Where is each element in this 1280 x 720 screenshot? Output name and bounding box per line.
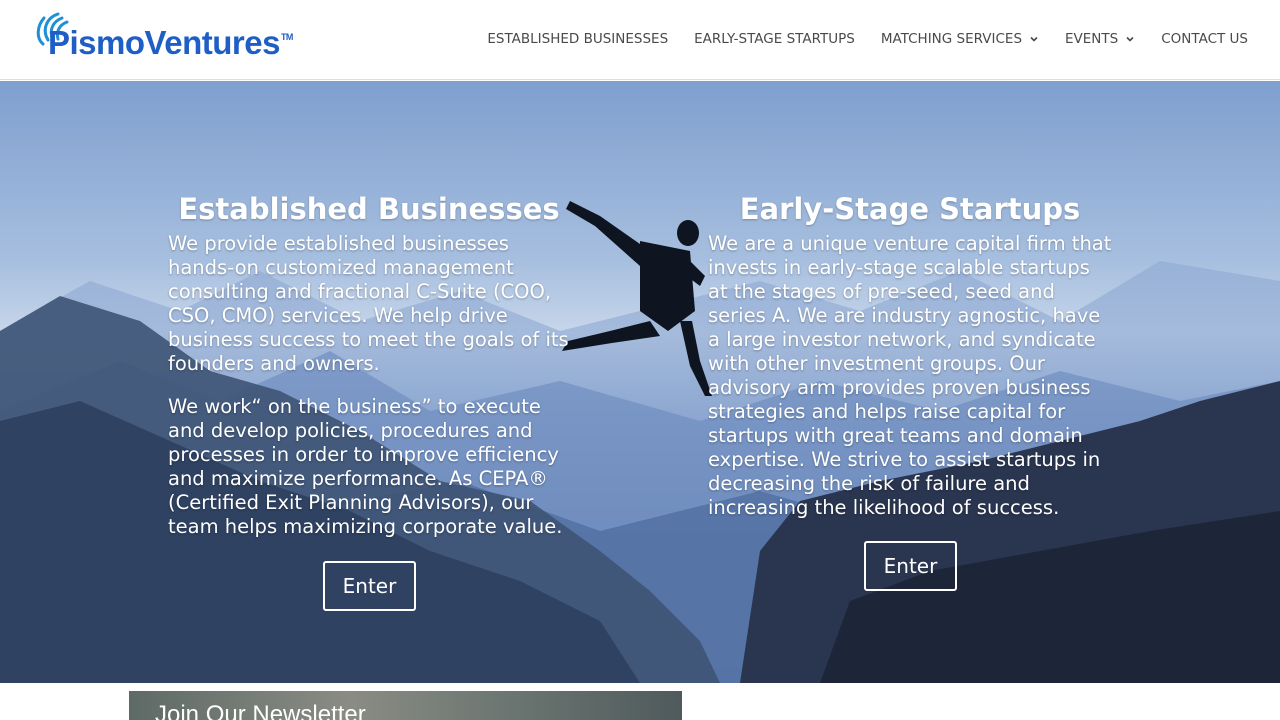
logo-wordmark: PismoVenturesTM: [48, 24, 293, 61]
main-nav: ESTABLISHED BUSINESSES EARLY-STAGE START…: [461, 31, 1248, 47]
newsletter-title: Join Our Newsletter: [155, 701, 366, 720]
early-stage-startups-paragraph: We are a unique venture capital firm tha…: [708, 232, 1112, 519]
hero-section: Established Businesses We provide establ…: [0, 81, 1280, 683]
nav-established-businesses[interactable]: ESTABLISHED BUSINESSES: [487, 31, 668, 47]
chevron-down-icon: [1126, 36, 1134, 42]
nav-contact-us[interactable]: CONTACT US: [1161, 31, 1248, 47]
nav-events[interactable]: EVENTS: [1065, 31, 1135, 47]
pismo-ventures-logo[interactable]: PismoVenturesTM: [34, 10, 293, 72]
established-businesses-paragraph-1: We provide established businesses hands-…: [168, 232, 569, 375]
established-businesses-enter-button[interactable]: Enter: [323, 561, 416, 611]
established-businesses-column: Established Businesses We provide establ…: [168, 192, 570, 539]
nav-matching-services[interactable]: MATCHING SERVICES: [881, 31, 1039, 47]
nav-early-stage-startups[interactable]: EARLY-STAGE STARTUPS: [694, 31, 855, 47]
chevron-down-icon: [1030, 36, 1038, 42]
early-stage-startups-heading: Early-Stage Startups: [739, 192, 1081, 226]
early-stage-startups-enter-button[interactable]: Enter: [864, 541, 957, 591]
nav-label: ESTABLISHED BUSINESSES: [487, 31, 669, 47]
early-stage-startups-column: Early-Stage Startups We are a unique ven…: [708, 192, 1112, 520]
site-header: PismoVenturesTM ESTABLISHED BUSINESSES E…: [0, 0, 1280, 80]
nav-label: EVENTS: [1065, 31, 1119, 47]
established-businesses-heading: Established Businesses: [178, 192, 560, 226]
nav-label: CONTACT US: [1161, 31, 1248, 47]
nav-label: MATCHING SERVICES: [880, 31, 1023, 47]
established-businesses-paragraph-2: We work“ on the business” to execute and…: [168, 395, 563, 538]
nav-label: EARLY-STAGE STARTUPS: [694, 31, 855, 47]
newsletter-banner: Join Our Newsletter: [129, 691, 682, 720]
